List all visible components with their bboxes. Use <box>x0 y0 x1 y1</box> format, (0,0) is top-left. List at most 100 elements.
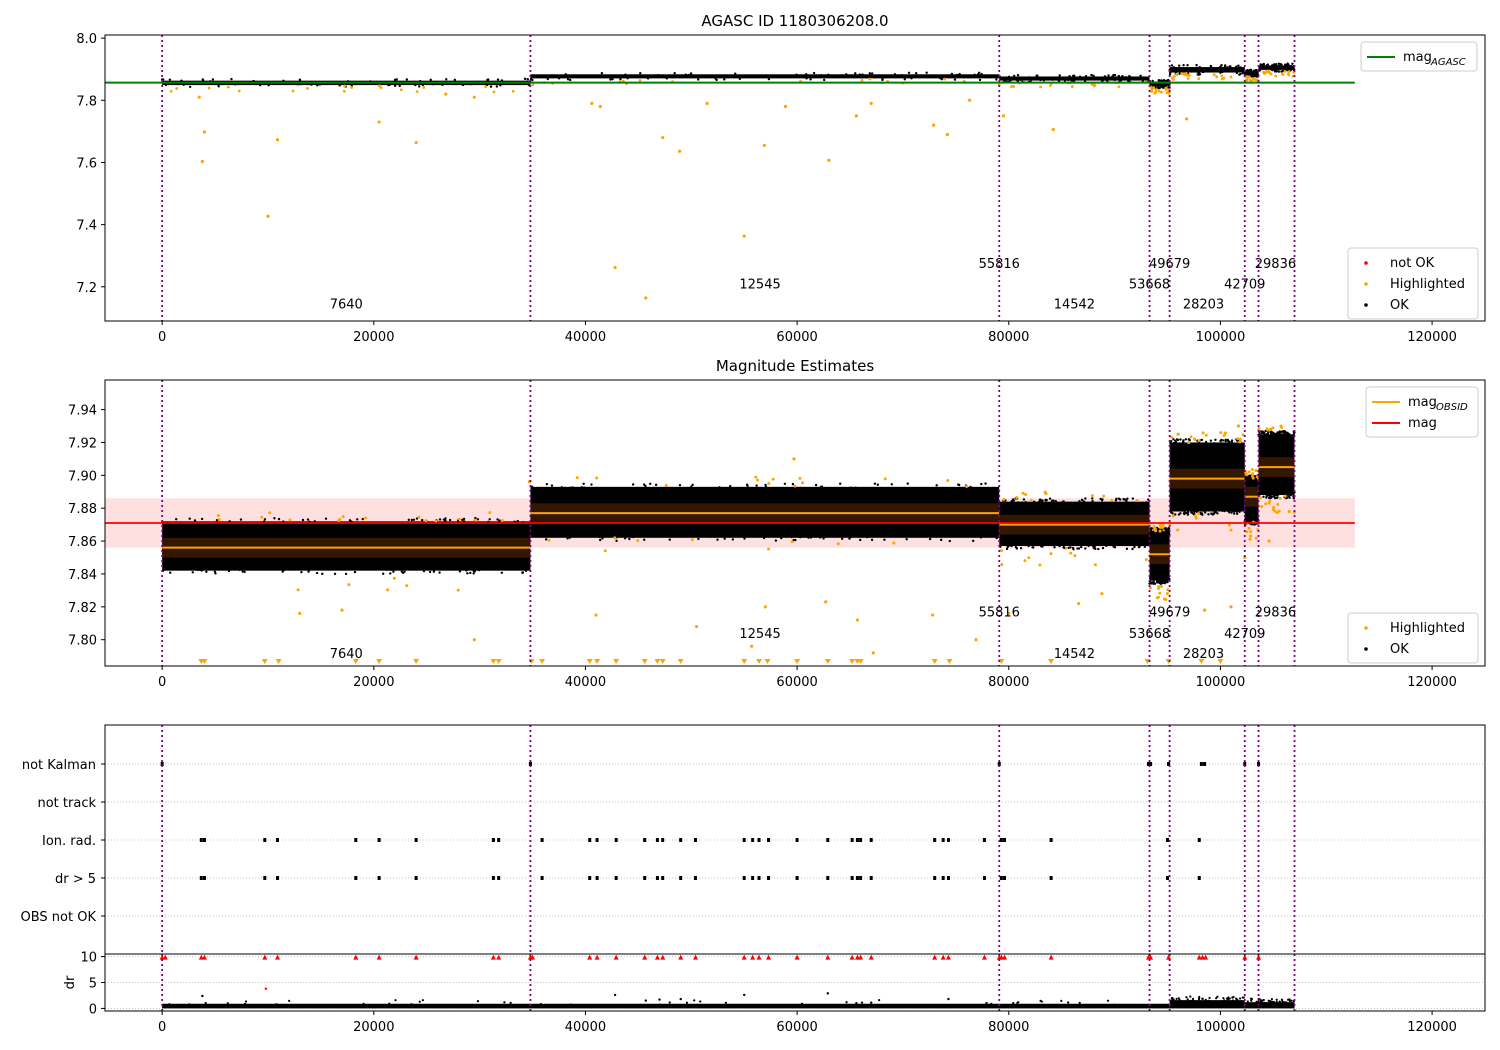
data-point-ok <box>1285 491 1288 494</box>
data-point-ok <box>1277 66 1281 69</box>
flag-point <box>202 876 206 880</box>
data-point-ok <box>360 566 363 570</box>
data-point-ok <box>731 538 735 541</box>
legend-label: mag <box>1408 395 1437 410</box>
data-point-ok <box>1170 67 1174 71</box>
data-point-ok <box>799 486 802 490</box>
data-point-ok <box>1287 494 1291 498</box>
data-point-ok <box>1260 431 1264 435</box>
data-point-ok <box>523 77 527 81</box>
data-point-ok <box>1075 78 1079 81</box>
y-tick-label: 7.8 <box>76 94 97 109</box>
dr-clipped-marker <box>496 954 502 960</box>
data-point-ok <box>466 572 469 575</box>
data-point-ok <box>1117 497 1121 500</box>
data-point-highlighted <box>1215 75 1219 79</box>
clipped-marker <box>528 659 535 664</box>
data-point-ok <box>818 536 822 539</box>
data-point-ok <box>1174 440 1178 444</box>
dr-clipped-marker <box>849 954 855 960</box>
data-point-ok <box>1068 75 1071 78</box>
dr-point <box>644 999 647 1002</box>
dr-clipped-marker <box>940 954 946 960</box>
data-point-ok <box>438 518 442 521</box>
data-point-highlighted <box>754 475 758 479</box>
data-point-ok <box>822 78 826 82</box>
data-point-ok <box>453 78 457 82</box>
data-point-ok <box>315 571 319 575</box>
data-point-ok <box>665 77 669 80</box>
data-point-ok <box>306 518 310 521</box>
data-point-ok <box>1199 442 1202 446</box>
data-point-ok <box>277 517 281 521</box>
data-point-highlighted <box>1278 496 1282 500</box>
data-point-ok <box>557 77 561 80</box>
data-point-ok <box>1125 501 1128 505</box>
data-point-ok <box>1187 507 1191 510</box>
data-point-ok <box>526 78 529 81</box>
data-point-ok <box>338 84 341 87</box>
data-point-ok <box>356 518 359 521</box>
data-point-highlighted <box>1267 539 1271 543</box>
data-point-highlighted <box>590 101 594 105</box>
data-point-highlighted <box>613 265 617 270</box>
data-point-ok <box>1180 68 1183 72</box>
dr-point <box>204 1001 207 1005</box>
data-point-ok <box>743 537 746 540</box>
data-point-ok <box>1265 434 1268 437</box>
dr-clipped-marker <box>1203 954 1209 960</box>
data-point-ok <box>1020 501 1024 504</box>
flag-point <box>655 876 659 880</box>
data-point-ok <box>164 83 168 87</box>
data-point-highlighted <box>1219 431 1223 435</box>
data-point-highlighted <box>364 516 368 520</box>
data-point-ok <box>1163 532 1166 536</box>
data-point-ok <box>1196 73 1199 76</box>
data-point-ok <box>1290 436 1293 439</box>
dr-clipped-marker <box>678 954 684 960</box>
data-point-ok <box>273 567 276 571</box>
dr-point <box>244 1000 248 1003</box>
dr-point <box>1222 997 1225 1000</box>
data-point-ok <box>1283 430 1287 433</box>
data-point-ok <box>1200 438 1204 442</box>
data-point-highlighted <box>1027 556 1031 560</box>
data-point-highlighted <box>1167 91 1171 95</box>
data-point-ok <box>654 483 658 487</box>
data-point-ok <box>660 488 663 492</box>
data-point-ok <box>230 77 233 81</box>
data-point-ok <box>1036 74 1039 77</box>
data-point-highlighted <box>1204 433 1208 437</box>
dr-point <box>418 1000 421 1003</box>
dr-clipped-marker <box>413 954 419 960</box>
data-point-highlighted <box>342 89 346 93</box>
data-point-ok <box>461 566 464 570</box>
data-point-ok <box>838 482 842 485</box>
data-point-highlighted <box>306 87 309 90</box>
data-point-highlighted <box>337 519 341 523</box>
data-point-ok <box>1080 503 1083 507</box>
data-point-ok <box>1150 527 1153 530</box>
obsid-label: 14542 <box>1054 647 1095 662</box>
flag-point <box>661 876 665 880</box>
data-point-ok <box>1250 75 1253 78</box>
dr-clipped-marker <box>201 954 207 960</box>
data-point-highlighted <box>932 123 936 127</box>
data-point-highlighted <box>1274 74 1278 78</box>
data-point-ok <box>248 567 252 570</box>
data-point-ok <box>1267 496 1271 500</box>
data-point-ok <box>1241 72 1244 75</box>
data-point-ok <box>1266 63 1270 66</box>
data-point-ok <box>734 75 738 78</box>
dr-point <box>394 999 397 1002</box>
flag-point <box>694 876 698 880</box>
data-point-highlighted <box>1245 75 1249 79</box>
data-point-ok <box>767 77 771 81</box>
data-point-ok <box>601 537 604 540</box>
data-point-ok <box>180 79 183 82</box>
data-point-highlighted <box>1176 528 1180 532</box>
data-point-ok <box>544 538 548 541</box>
data-point-highlighted <box>1201 431 1205 435</box>
data-point-highlighted <box>1077 601 1081 606</box>
data-point-ok <box>623 537 627 540</box>
